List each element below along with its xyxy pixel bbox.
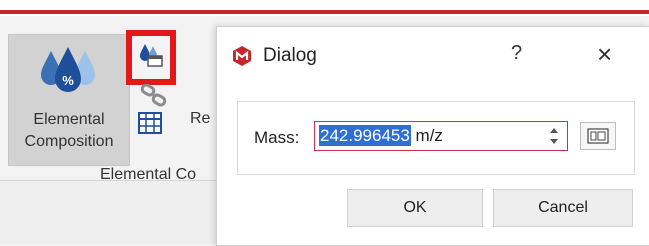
- close-button[interactable]: ×: [597, 39, 612, 70]
- spinner-arrows-icon[interactable]: [549, 125, 559, 147]
- mass-label: Mass:: [254, 128, 300, 147]
- dialog-title: Dialog: [263, 45, 317, 66]
- drops-window-icon[interactable]: [138, 42, 164, 68]
- mass-value-selected: 242.996453: [319, 125, 411, 146]
- svg-text:%: %: [62, 73, 74, 88]
- mass-group-box: Mass: 242.996453 m/z: [237, 101, 635, 175]
- mass-unit: m/z: [410, 126, 443, 145]
- calculator-button[interactable]: [580, 122, 616, 150]
- calculator-icon: [587, 128, 609, 144]
- mass-dialog: Dialog ? × Mass: 242.996453 m/z OK Cance…: [216, 26, 649, 246]
- ok-button[interactable]: OK: [347, 189, 483, 227]
- cancel-button[interactable]: Cancel: [493, 189, 633, 227]
- app-logo-icon: [233, 46, 251, 66]
- help-button[interactable]: ?: [511, 42, 522, 65]
- ribbon-panel: % Elemental Composition Re Elemental Co: [0, 16, 230, 183]
- mass-input[interactable]: 242.996453 m/z: [314, 121, 568, 151]
- ribbon-lower-area: [0, 181, 230, 244]
- elemental-label-line1: Elemental: [33, 111, 105, 128]
- elemental-composition-button[interactable]: % Elemental Composition: [8, 34, 130, 166]
- elemental-composition-label: Elemental Composition: [9, 109, 129, 153]
- ribbon-re-label: Re: [190, 110, 211, 127]
- table-icon[interactable]: [138, 112, 162, 134]
- link-icon[interactable]: [140, 84, 168, 108]
- drops-percent-icon: %: [41, 47, 95, 92]
- elemental-label-line2: Composition: [24, 133, 114, 150]
- top-accent-bar: [0, 0, 649, 16]
